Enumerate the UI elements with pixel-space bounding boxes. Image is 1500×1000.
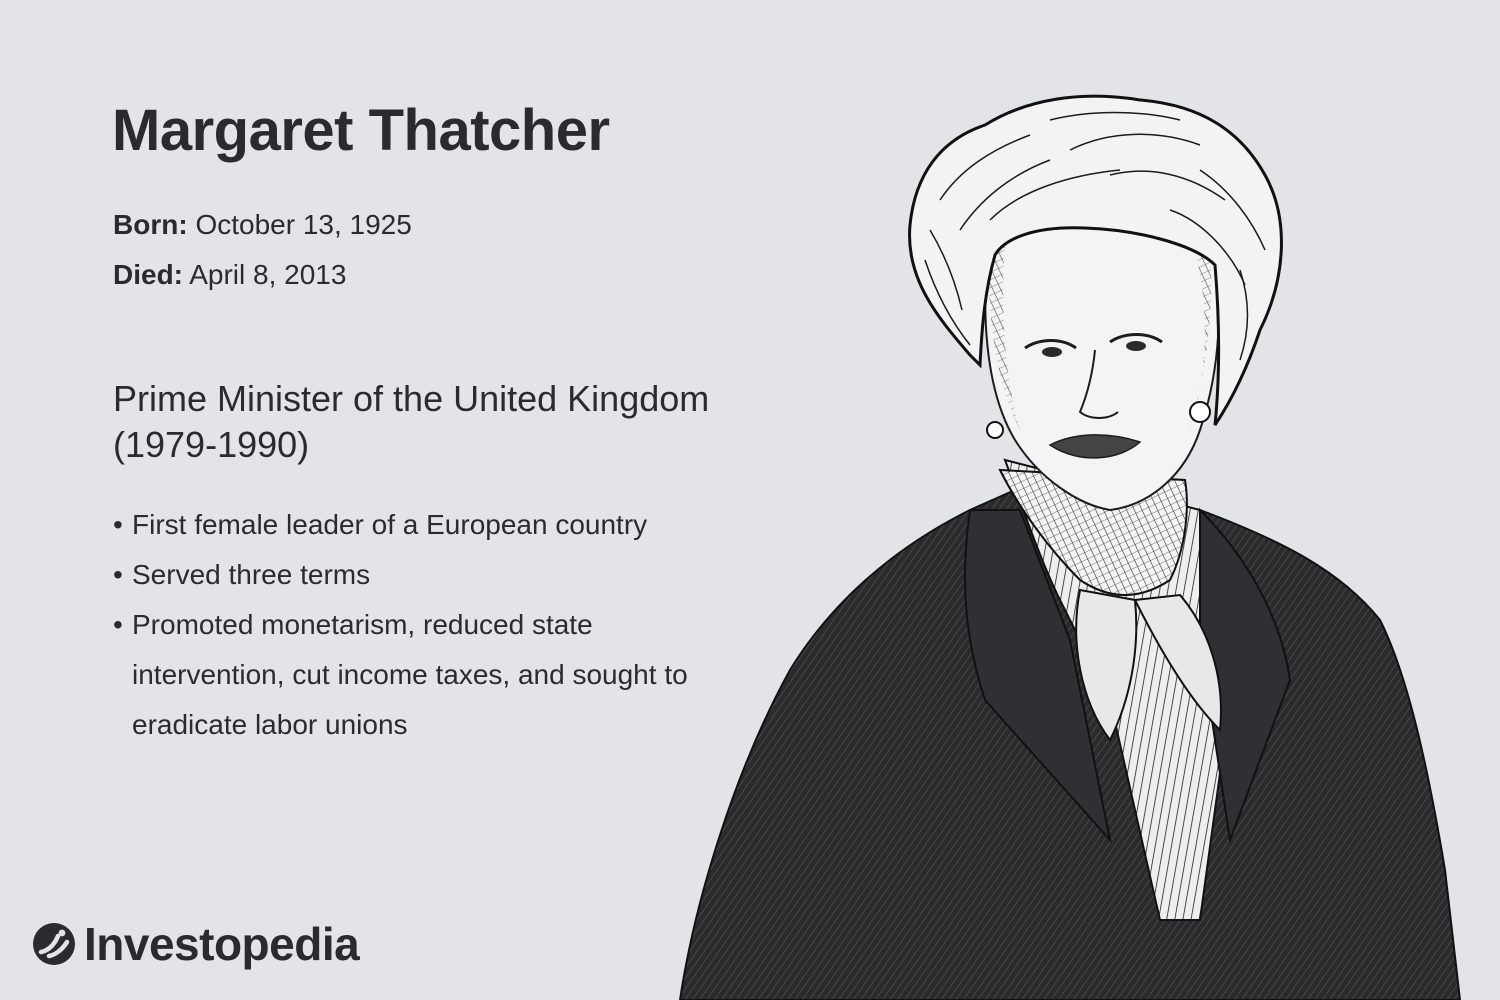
logo-text: Investopedia <box>84 918 360 970</box>
born-label: Born: <box>113 209 188 240</box>
page-title: Margaret Thatcher <box>112 98 610 163</box>
investopedia-logo: Investopedia <box>32 918 360 970</box>
investopedia-logo-icon <box>33 923 75 965</box>
died-label: Died: <box>113 259 183 290</box>
infographic-card: Margaret Thatcher Born: October 13, 1925… <box>0 0 1500 1000</box>
died-value: April 8, 2013 <box>189 259 347 290</box>
died-line: Died: April 8, 2013 <box>113 261 346 289</box>
born-value: October 13, 1925 <box>195 209 412 240</box>
portrait-illustration <box>678 94 1462 1000</box>
born-line: Born: October 13, 1925 <box>113 211 412 239</box>
